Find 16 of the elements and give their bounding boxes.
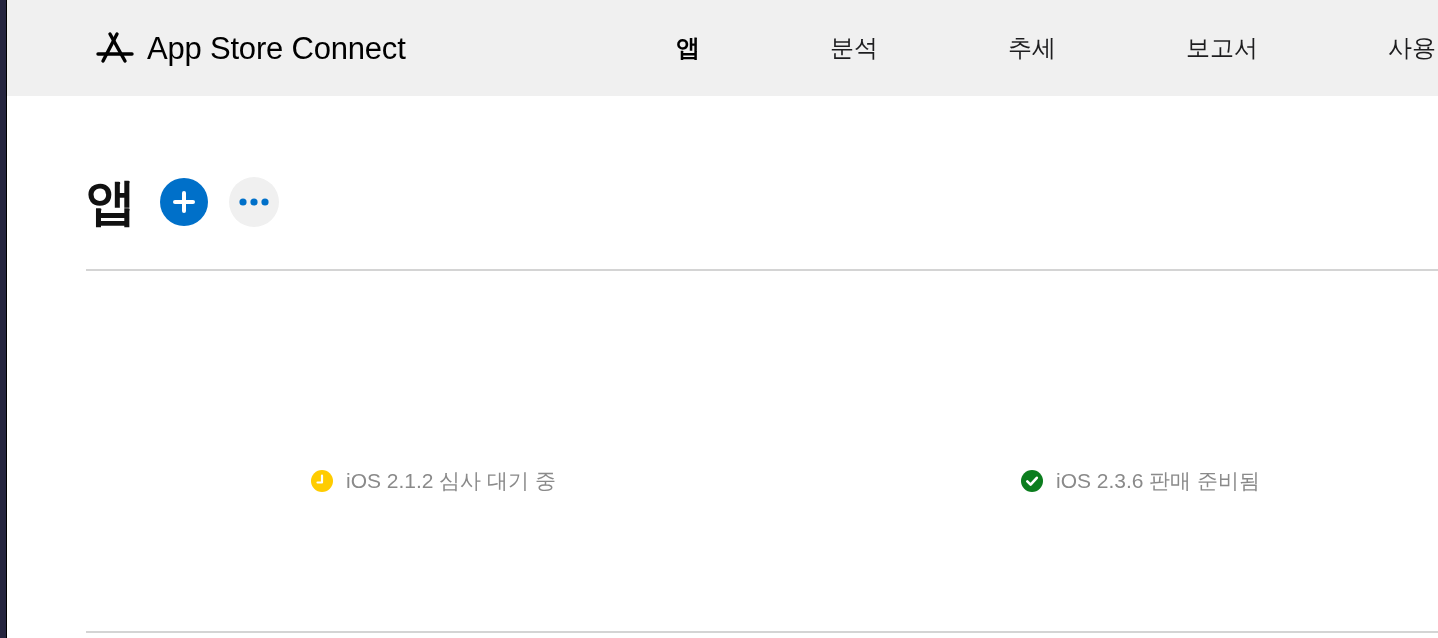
plus-icon	[173, 191, 195, 213]
nav-tab[interactable]: 추세	[1008, 33, 1056, 63]
app-status-text: iOS 2.1.2 심사 대기 중	[346, 469, 557, 493]
nav-tab[interactable]: 분석	[830, 33, 878, 63]
more-options-button[interactable]	[229, 177, 279, 227]
app-title-link[interactable]: App Store Connect	[147, 32, 406, 64]
page-title: 앱	[86, 173, 136, 232]
app-store-logo-icon	[96, 31, 134, 65]
add-app-button[interactable]	[160, 178, 208, 226]
nav-tab[interactable]: 앱	[676, 33, 700, 63]
nav-tab[interactable]: 사용	[1388, 33, 1436, 63]
checkmark-icon	[1021, 470, 1043, 492]
clock-icon	[311, 470, 333, 492]
ellipsis-icon	[239, 198, 269, 206]
nav-tab[interactable]: 보고서	[1186, 33, 1258, 63]
app-status-text: iOS 2.3.6 판매 준비됨	[1056, 469, 1261, 493]
